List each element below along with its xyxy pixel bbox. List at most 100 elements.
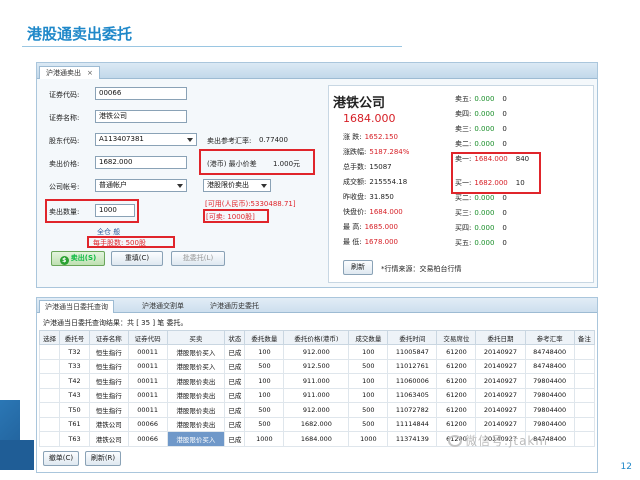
quote-stat-value: 5187.284%: [369, 148, 410, 156]
table-cell: [573, 387, 596, 403]
table-cell: 500: [244, 402, 285, 418]
level-volume: 0: [502, 209, 507, 217]
bid-level[interactable]: 买五: 0.000 0: [455, 238, 507, 248]
column-header[interactable]: 委托号: [59, 330, 90, 345]
quote-stat-value: 15087: [369, 163, 392, 171]
table-cell: [38, 344, 61, 360]
table-cell: 已成: [224, 373, 246, 389]
column-header[interactable]: 证券代码: [127, 330, 168, 345]
tab-today-orders[interactable]: 沪港通当日委托查询: [39, 300, 114, 313]
quote-refresh-button[interactable]: 刷新: [343, 260, 373, 275]
close-icon[interactable]: ×: [87, 69, 93, 77]
column-header[interactable]: 选择: [38, 330, 61, 345]
qty-label: 卖出数量:: [49, 208, 80, 216]
batch-order-button[interactable]: 批委托(L): [171, 251, 225, 266]
table-cell: 港股限价卖出: [166, 416, 226, 432]
table-cell: 100: [348, 373, 389, 389]
clear-button[interactable]: 重填(C): [111, 251, 163, 266]
table-row[interactable]: T61 港铁公司 00066 港股限价卖出 已成 500 1682.000 500 111148…: [38, 416, 596, 432]
tab-hk-sell[interactable]: 沪港通卖出 ×: [39, 66, 100, 79]
table-cell: 1684.000: [283, 431, 350, 447]
level-price: 0.000: [474, 140, 495, 148]
table-cell: 已成: [224, 344, 246, 360]
level-label: 买二:: [455, 194, 472, 202]
quote-stat-value: 215554.18: [369, 178, 408, 186]
bid-level[interactable]: 买四: 0.000 0: [455, 223, 507, 233]
column-header[interactable]: 参考汇率: [524, 330, 575, 345]
trade-mode-select[interactable]: 港股限价卖出: [203, 179, 271, 192]
table-cell: [38, 416, 61, 432]
column-header[interactable]: 买卖: [166, 330, 226, 345]
bid-level[interactable]: 买二: 0.000 0: [455, 193, 507, 203]
ask-level[interactable]: 卖四: 0.000 0: [455, 109, 507, 119]
refresh-orders-button[interactable]: 刷新(R): [85, 451, 121, 466]
ask-level[interactable]: 卖三: 0.000 0: [455, 124, 507, 134]
column-header[interactable]: 委托数量: [244, 330, 285, 345]
company-label: 公司帐号:: [49, 183, 80, 191]
column-header[interactable]: 备注: [573, 330, 596, 345]
company-account-select[interactable]: 普通帐户: [95, 179, 187, 192]
table-cell: 79804400: [524, 416, 575, 432]
table-cell: 911.000: [283, 373, 350, 389]
level-price: 0.000: [474, 125, 495, 133]
table-cell: 00011: [127, 373, 168, 389]
query-tabs: 沪港通当日委托查询 沪港通交割单 沪港通历史委托: [37, 298, 597, 313]
table-row[interactable]: T33 恒生指行 00011 港股限价买入 已成 500 912.500 500 1101276…: [38, 358, 596, 374]
table-cell: 港股限价买入: [166, 431, 226, 447]
table-cell: 61200: [436, 387, 477, 403]
lot-size: 每手股数: 500股: [93, 239, 146, 247]
table-cell: [38, 402, 61, 418]
table-cell: 61200: [436, 358, 477, 374]
table-cell: T43: [59, 387, 90, 403]
level-price: 0.000: [474, 194, 495, 202]
table-cell: 港股限价卖出: [166, 402, 226, 418]
security-code-input[interactable]: 00066: [95, 87, 187, 100]
table-cell: 11063405: [387, 387, 438, 403]
quote-stat-value: 1652.150: [364, 133, 398, 141]
column-header[interactable]: 委托日期: [475, 330, 526, 345]
page-number: 12: [620, 462, 632, 472]
tab-hk-sell-label: 沪港通卖出: [46, 69, 81, 77]
bid-level[interactable]: 买三: 0.000 0: [455, 208, 507, 218]
column-header[interactable]: 交易席位: [436, 330, 477, 345]
sell-button[interactable]: $ 卖出(S): [51, 251, 105, 266]
table-cell: 100: [244, 387, 285, 403]
ask-level[interactable]: 卖五: 0.000 0: [455, 94, 507, 104]
sell-price-input[interactable]: 1682.000: [95, 156, 187, 169]
price-label: 卖出价格:: [49, 160, 80, 168]
level-price: 0.000: [474, 239, 495, 247]
table-row[interactable]: T43 恒生指行 00011 港股限价卖出 已成 100 911.000 100 1106340…: [38, 387, 596, 403]
account-select[interactable]: A113407381: [95, 133, 197, 146]
slide-title: 港股通卖出委托: [27, 25, 133, 43]
column-header[interactable]: 证券名称: [88, 330, 129, 345]
sellable-qty: [可卖: 1000股]: [206, 213, 255, 221]
table-cell: 00066: [127, 416, 168, 432]
table-cell: 1000: [348, 431, 389, 447]
tab-settlement[interactable]: 沪港通交割单: [137, 300, 189, 313]
table-row[interactable]: T32 恒生指行 00011 港股限价买入 已成 100 912.000 100 1100584…: [38, 344, 596, 360]
column-header[interactable]: 状态: [224, 330, 246, 345]
table-cell: 00011: [127, 402, 168, 418]
table-header: 选择 委托号 证券名称 证券代码 买卖 状态 委托数量 委托价格(港币) 成交数量 委托时间 交易席…: [38, 330, 596, 345]
quote-stat-label: 成交额:: [343, 178, 367, 186]
column-header[interactable]: 成交数量: [348, 330, 389, 345]
level-label: 买四:: [455, 224, 472, 232]
sell-qty-input[interactable]: 1000: [95, 204, 135, 217]
table-cell: [38, 387, 61, 403]
ask-level[interactable]: 卖二: 0.000 0: [455, 139, 507, 149]
table-cell: [38, 358, 61, 374]
tab-history-orders[interactable]: 沪港通历史委托: [205, 300, 264, 313]
cancel-order-button[interactable]: 撤单(C): [43, 451, 79, 466]
quote-stat-row: 总手数: 15087: [343, 162, 392, 172]
table-cell: [573, 373, 596, 389]
sell-order-window: 沪港通卖出 × 证券代码: 00066 证券名称: 港铁公司 股东代码: A113…: [36, 62, 598, 288]
table-cell: 恒生指行: [88, 402, 129, 418]
table-row[interactable]: T42 恒生指行 00011 港股限价卖出 已成 100 911.000 100 1106000…: [38, 373, 596, 389]
level-label: 卖三:: [455, 125, 472, 133]
quote-stat-value: 1684.000: [369, 208, 403, 216]
column-header[interactable]: 委托价格(港币): [283, 330, 350, 345]
table-cell: [573, 416, 596, 432]
level-volume: 0: [502, 194, 507, 202]
column-header[interactable]: 委托时间: [387, 330, 438, 345]
table-row[interactable]: T50 恒生指行 00011 港股限价卖出 已成 500 912.000 500 1107278…: [38, 402, 596, 418]
